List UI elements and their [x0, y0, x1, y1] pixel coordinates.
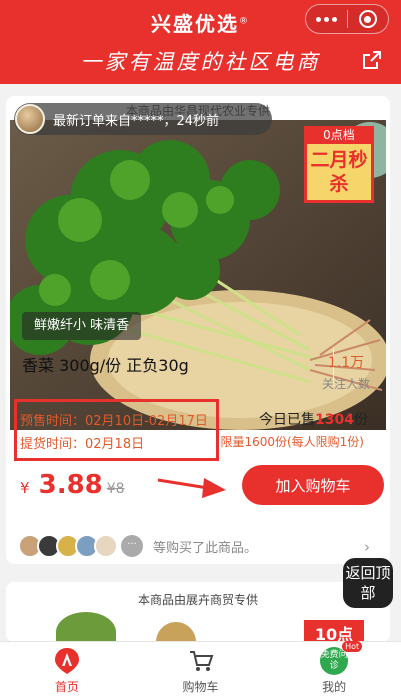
- product-image-3: [156, 622, 196, 642]
- tab-cart[interactable]: 购物车: [134, 642, 268, 699]
- close-miniapp-icon[interactable]: [347, 5, 388, 33]
- sold-today: 今日已售1304份: [259, 412, 368, 428]
- purchase-limit: 限量1600份(每人限购1份): [220, 435, 364, 449]
- app-header: 兴盛优选® 一家有温度的社区电商: [0, 0, 401, 84]
- more-options-icon[interactable]: [306, 5, 347, 33]
- slogan: 一家有温度的社区电商: [80, 50, 321, 74]
- pointer-arrow-icon: [157, 478, 226, 498]
- followers-count: 1.1万 关注人数: [321, 355, 370, 391]
- product-name: 香菜 300g/份 正负30g: [22, 356, 189, 375]
- product-image-2: [56, 612, 116, 642]
- sale-dates-highlight: [14, 399, 219, 461]
- cart-icon: [187, 647, 215, 675]
- supplier-label-2: 本商品由展卉商贸专供: [137, 593, 258, 607]
- tab-mine[interactable]: 免费问诊 Hot 我的: [267, 640, 401, 699]
- latest-order-ticker: 最新订单来自*****，24秒前: [14, 103, 272, 135]
- product-card-2[interactable]: 本商品由展卉商贸专供 10点: [6, 582, 390, 642]
- more-buyers-icon: ···: [121, 535, 143, 557]
- free-consult-icon: 免费问诊 Hot: [320, 640, 363, 675]
- add-to-cart-button[interactable]: 加入购物车: [242, 465, 384, 505]
- tab-home[interactable]: 首页: [0, 642, 134, 699]
- bottom-tab-bar: 首页 购物车 免费问诊 Hot 我的: [0, 640, 401, 699]
- product-feature-tag: 鲜嫩纤小 味清香: [22, 312, 142, 340]
- flash-tag: 10点: [304, 620, 364, 642]
- hot-badge: Hot: [342, 640, 363, 652]
- buyer-avatar: [15, 104, 45, 134]
- product-card[interactable]: 本商品由华昌现代农业专供: [6, 96, 390, 564]
- flash-sale-badge: 0点档 二月秒杀: [304, 126, 374, 203]
- home-icon: [53, 647, 81, 675]
- buyers-text: 等购买了此商品。: [153, 540, 258, 556]
- price: ¥ 3.88 ¥8: [20, 470, 125, 500]
- share-icon[interactable]: [361, 49, 383, 71]
- recent-buyers[interactable]: ··· 等购买了此商品。: [18, 534, 257, 558]
- chevron-right-icon[interactable]: ›: [364, 538, 370, 556]
- miniapp-capsule: [305, 4, 389, 34]
- buyer-avatar: [94, 534, 118, 558]
- back-to-top-button[interactable]: 返回顶部: [343, 558, 393, 608]
